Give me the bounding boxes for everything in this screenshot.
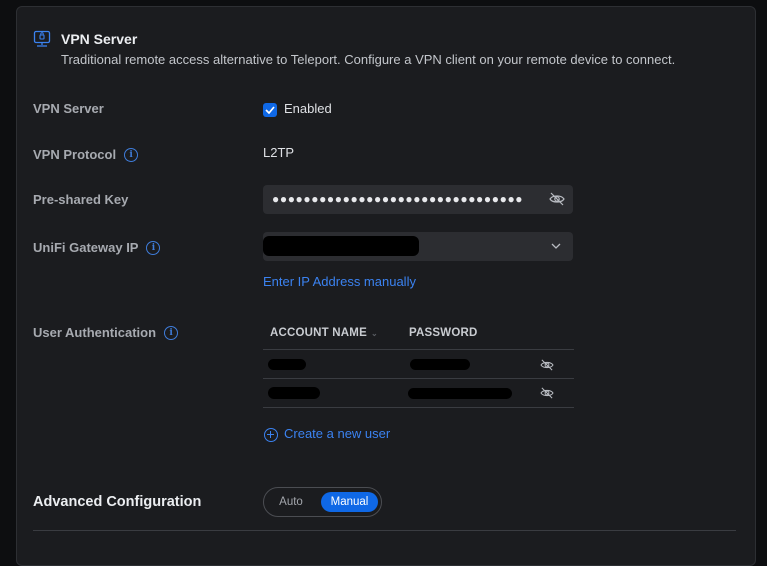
user-auth-label: User Authentication i bbox=[33, 325, 179, 340]
advanced-configuration-title: Advanced Configuration bbox=[33, 494, 202, 510]
preshared-key-label: Pre-shared Key bbox=[33, 192, 128, 207]
create-new-user-link[interactable]: Create a new user bbox=[284, 426, 390, 441]
vpn-server-label-text: VPN Server bbox=[33, 101, 104, 116]
gateway-ip-label-text: UniFi Gateway IP bbox=[33, 240, 139, 255]
manual-option[interactable]: Manual bbox=[321, 492, 378, 512]
table-row-divider bbox=[263, 378, 574, 379]
eye-slash-icon[interactable] bbox=[540, 387, 554, 399]
preshared-key-input[interactable]: ●●●●●●●●●●●●●●●●●●●●●●●●●●●●●●●● bbox=[263, 185, 573, 214]
plus-circle-icon[interactable] bbox=[264, 428, 278, 442]
user-auth-label-text: User Authentication bbox=[33, 325, 157, 340]
column-header-account-name[interactable]: ACCOUNT NAME ⌄ bbox=[270, 327, 378, 339]
redacted-ip bbox=[263, 236, 419, 256]
advanced-config-toggle: Auto Manual bbox=[263, 487, 382, 517]
enter-ip-manually-link[interactable]: Enter IP Address manually bbox=[263, 274, 416, 289]
redacted-account-name bbox=[268, 387, 320, 399]
eye-slash-icon[interactable] bbox=[549, 192, 565, 206]
vpn-monitor-icon bbox=[33, 30, 51, 47]
auto-option[interactable]: Auto bbox=[264, 488, 318, 516]
info-icon[interactable]: i bbox=[146, 240, 161, 255]
account-name-header-text: ACCOUNT NAME bbox=[270, 327, 367, 339]
panel-description: Traditional remote access alternative to… bbox=[61, 52, 676, 67]
redacted-password bbox=[410, 359, 470, 370]
vpn-protocol-label-text: VPN Protocol bbox=[33, 147, 117, 162]
column-header-password: PASSWORD bbox=[409, 327, 478, 339]
table-row-divider bbox=[263, 407, 574, 408]
redacted-account-name bbox=[268, 359, 306, 370]
info-icon[interactable]: i bbox=[124, 147, 139, 162]
sort-caret-icon: ⌄ bbox=[370, 329, 378, 338]
table-divider bbox=[263, 349, 574, 350]
preshared-key-value: ●●●●●●●●●●●●●●●●●●●●●●●●●●●●●●●● bbox=[272, 192, 524, 206]
panel-title: VPN Server bbox=[61, 31, 138, 47]
info-icon[interactable]: i bbox=[164, 325, 179, 340]
preshared-key-label-text: Pre-shared Key bbox=[33, 192, 129, 207]
vpn-protocol-value: L2TP bbox=[263, 145, 295, 160]
vpn-server-label: VPN Server bbox=[33, 101, 104, 116]
check-icon bbox=[265, 106, 275, 114]
gateway-ip-select[interactable] bbox=[263, 232, 573, 261]
eye-slash-icon[interactable] bbox=[540, 359, 554, 371]
chevron-down-icon bbox=[551, 243, 561, 249]
enabled-label[interactable]: Enabled bbox=[284, 101, 332, 116]
vpn-protocol-label: VPN Protocol i bbox=[33, 147, 139, 162]
section-divider bbox=[33, 530, 736, 531]
redacted-password bbox=[408, 388, 512, 399]
enabled-checkbox[interactable] bbox=[263, 103, 277, 117]
gateway-ip-label: UniFi Gateway IP i bbox=[33, 240, 161, 255]
